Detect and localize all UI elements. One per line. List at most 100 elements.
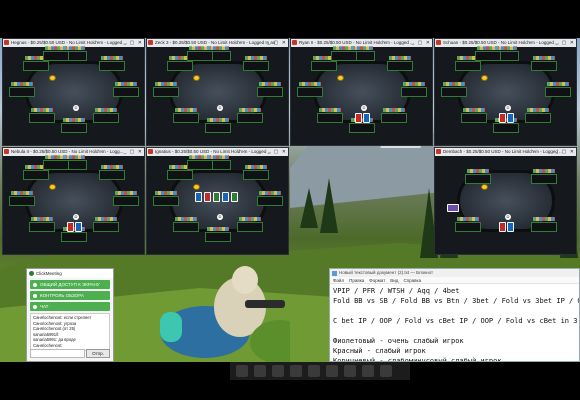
player-seat[interactable] (331, 51, 357, 61)
player-seat[interactable] (153, 196, 179, 206)
player-seat[interactable] (173, 113, 199, 123)
chip-stack-icon (193, 184, 200, 190)
taskbar (230, 362, 410, 380)
player-seat[interactable] (475, 51, 501, 61)
menu-item[interactable]: Формат (369, 278, 385, 283)
player-seat[interactable] (243, 61, 269, 71)
player-seat[interactable] (187, 160, 213, 170)
player-seat[interactable] (29, 113, 55, 123)
taskbar-app-icon[interactable] (254, 365, 266, 377)
player-seat[interactable] (401, 87, 427, 97)
player-seat[interactable] (441, 87, 467, 97)
player-seat[interactable] (455, 61, 481, 71)
player-seat[interactable] (61, 123, 87, 133)
taskbar-app-icon[interactable] (236, 365, 248, 377)
player-seat[interactable] (43, 160, 69, 170)
taskbar-app-icon[interactable] (362, 365, 374, 377)
poker-table-window[interactable]: Dembach - $0.25/$0.50 USD - No Limit Hol… (434, 147, 577, 255)
player-seat[interactable] (545, 87, 571, 97)
player-seat[interactable] (29, 222, 55, 232)
poker-table-window[interactable]: Hegnus - $0.25/$0.50 USD - No Limit Hold… (2, 38, 145, 146)
player-seat[interactable] (243, 170, 269, 180)
player-seat[interactable] (531, 174, 557, 184)
screen-share-button[interactable]: ОБЩИЙ ДОСТУП К ЭКРАНУ (30, 280, 110, 289)
player-seat[interactable] (525, 113, 551, 123)
player-seat[interactable] (205, 123, 231, 133)
hud-stats (101, 165, 123, 169)
player-seat[interactable] (349, 123, 375, 133)
player-seat[interactable] (237, 222, 263, 232)
player-seat[interactable] (461, 113, 487, 123)
taskbar-app-icon[interactable] (290, 365, 302, 377)
player-seat[interactable] (153, 87, 179, 97)
player-seat[interactable] (387, 61, 413, 71)
player-seat[interactable] (113, 196, 139, 206)
player-seat[interactable] (531, 61, 557, 71)
window-controls-icon[interactable]: _ ▢ ✕ (124, 148, 143, 156)
player-seat[interactable] (23, 61, 49, 71)
player-seat[interactable] (465, 174, 491, 184)
window-controls-icon[interactable]: _ ▢ ✕ (268, 148, 287, 156)
player-seat[interactable] (23, 170, 49, 180)
menu-item[interactable]: Справка (403, 278, 421, 283)
player-seat[interactable] (297, 87, 323, 97)
window-controls-icon[interactable]: _ ▢ ✕ (556, 148, 575, 156)
player-seat[interactable] (455, 222, 481, 232)
taskbar-app-icon[interactable] (380, 365, 392, 377)
dealer-button-icon: D (73, 214, 79, 220)
hud-stats (245, 165, 267, 169)
player-seat[interactable] (311, 61, 337, 71)
chat-input[interactable] (30, 349, 85, 358)
window-controls-icon[interactable]: _ ▢ ✕ (556, 39, 575, 47)
hole-card (499, 113, 506, 123)
player-seat[interactable] (531, 222, 557, 232)
poker-table-window[interactable]: Zeck 3 - $0.25/$0.50 USD - No Limit Hold… (146, 38, 289, 146)
player-seat[interactable] (257, 196, 283, 206)
window-controls-icon[interactable]: _ ▢ ✕ (268, 39, 287, 47)
menu-item[interactable]: Правка (349, 278, 364, 283)
chip-stack-icon (481, 75, 488, 81)
player-seat[interactable] (317, 113, 343, 123)
player-seat[interactable] (9, 87, 35, 97)
taskbar-app-icon[interactable] (308, 365, 320, 377)
player-seat[interactable] (493, 123, 519, 133)
player-seat[interactable] (167, 170, 193, 180)
taskbar-app-icon[interactable] (344, 365, 356, 377)
player-seat[interactable] (173, 222, 199, 232)
hud-stats (259, 82, 281, 86)
player-seat[interactable] (93, 113, 119, 123)
player-seat[interactable] (257, 87, 283, 97)
player-seat[interactable] (43, 51, 69, 61)
player-seat[interactable] (381, 113, 407, 123)
chat-tab-button[interactable]: ЧАТ (30, 302, 110, 311)
player-seat[interactable] (99, 170, 125, 180)
tree (320, 178, 338, 233)
player-seat[interactable] (99, 61, 125, 71)
player-seat[interactable] (205, 232, 231, 242)
notepad-text[interactable]: VPIP / PFR / WTSH / Aqq / 4bet Fold BB vs… (330, 284, 579, 361)
send-button[interactable]: Отпр. (86, 349, 110, 358)
notepad-title: Новый текстовый документ (2).txt — Блокн… (339, 270, 434, 275)
window-controls-icon[interactable]: _ ▢ ✕ (124, 39, 143, 47)
player-seat[interactable] (237, 113, 263, 123)
taskbar-app-icon[interactable] (272, 365, 284, 377)
poker-table-window[interactable]: Ignatius - $0.25/$0.50 USD - No Limit Ho… (146, 147, 289, 255)
menu-item[interactable]: Файл (333, 278, 344, 283)
player-seat[interactable] (167, 61, 193, 71)
hud-stats (239, 108, 261, 112)
menu-item[interactable]: Вид (390, 278, 398, 283)
poker-table-window[interactable]: Nebula II - $0.25/$0.50 USD - No Limit H… (2, 147, 145, 255)
window-titlebar[interactable]: Dembach - $0.25/$0.50 USD - No Limit Hol… (435, 148, 576, 156)
poker-table-window[interactable]: Schuan - $0.25/$0.50 USD - No Limit Hold… (434, 38, 577, 146)
player-seat[interactable] (187, 51, 213, 61)
hud-stats (333, 46, 355, 50)
poker-table-window[interactable]: Ryan II - $0.25/$0.50 USD - No Limit Hol… (290, 38, 433, 146)
window-controls-icon[interactable]: _ ▢ ✕ (412, 39, 431, 47)
player-seat[interactable] (9, 196, 35, 206)
player-seat[interactable] (113, 87, 139, 97)
player-seat[interactable] (61, 232, 87, 242)
taskbar-app-icon[interactable] (326, 365, 338, 377)
review-control-button[interactable]: КОНТРОЛЬ ОБЗОРА (30, 291, 110, 300)
player-seat[interactable] (93, 222, 119, 232)
hud-stats (457, 217, 479, 221)
